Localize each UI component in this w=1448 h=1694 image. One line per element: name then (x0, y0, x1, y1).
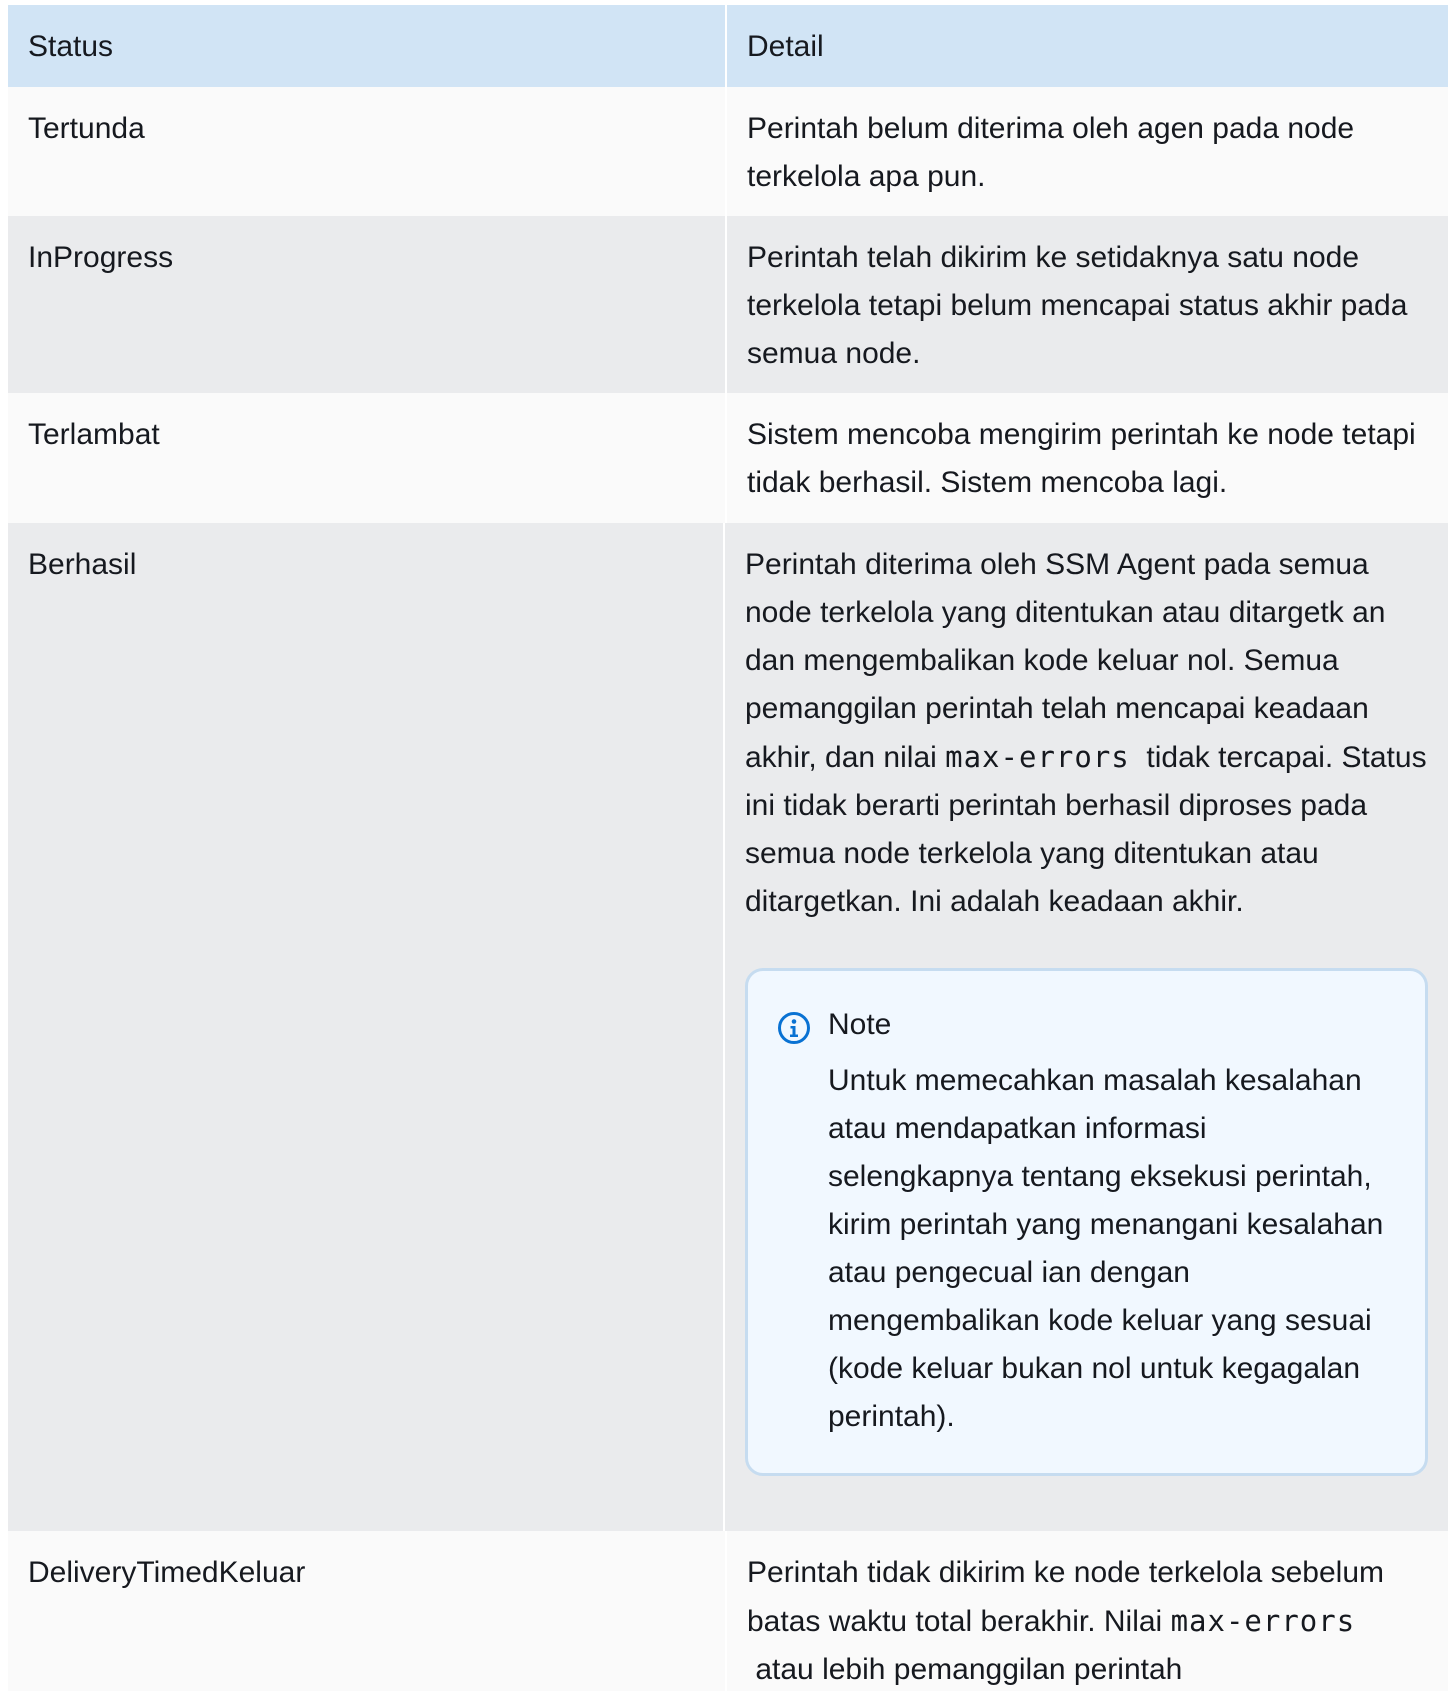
table-row: Berhasil Perintah diterima oleh SSM Agen… (8, 523, 1448, 1531)
detail-text-part: atau lebih pemanggilan perintah (755, 1653, 1183, 1686)
status-cell: InProgress (8, 216, 727, 393)
note-callout: Note Untuk memecahkan masalah kesalahan … (745, 968, 1428, 1476)
detail-cell: Perintah belum diterima oleh agen pada n… (747, 112, 1355, 193)
note-title: Note (828, 1008, 892, 1041)
status-cell: Terlambat (8, 393, 727, 523)
status-cell: Tertunda (8, 87, 727, 216)
column-header-status: Status (8, 5, 727, 87)
column-header-detail: Detail (747, 30, 824, 63)
inline-code: max-errors (1170, 1604, 1356, 1638)
inline-code: max-errors (945, 740, 1130, 774)
status-cell: Berhasil (8, 523, 725, 1531)
detail-cell: Perintah telah dikirim ke setidaknya sat… (747, 241, 1408, 370)
table-row: InProgress Perintah telah dikirim ke set… (8, 216, 1448, 393)
detail-cell: Sistem mencoba mengirim perintah ke node… (747, 418, 1416, 499)
note-body: Untuk memecahkan masalah kesalahan atau … (828, 1064, 1384, 1433)
detail-text: Perintah diterima oleh SSM Agent pada se… (745, 541, 1428, 926)
detail-cell: Perintah tidak dikirim ke node terkelola… (727, 1531, 1448, 1691)
table-row: Tertunda Perintah belum diterima oleh ag… (8, 87, 1448, 216)
table-row: DeliveryTimedKeluar Perintah tidak dikir… (8, 1531, 1448, 1691)
table-header: Status Detail (8, 5, 1448, 87)
info-icon (778, 1012, 810, 1044)
detail-cell: Perintah diterima oleh SSM Agent pada se… (725, 523, 1448, 1531)
table-row: Terlambat Sistem mencoba mengirim perint… (8, 393, 1448, 523)
status-table: Status Detail Tertunda Perintah belum di… (8, 5, 1448, 1691)
status-cell: DeliveryTimedKeluar (8, 1531, 727, 1691)
